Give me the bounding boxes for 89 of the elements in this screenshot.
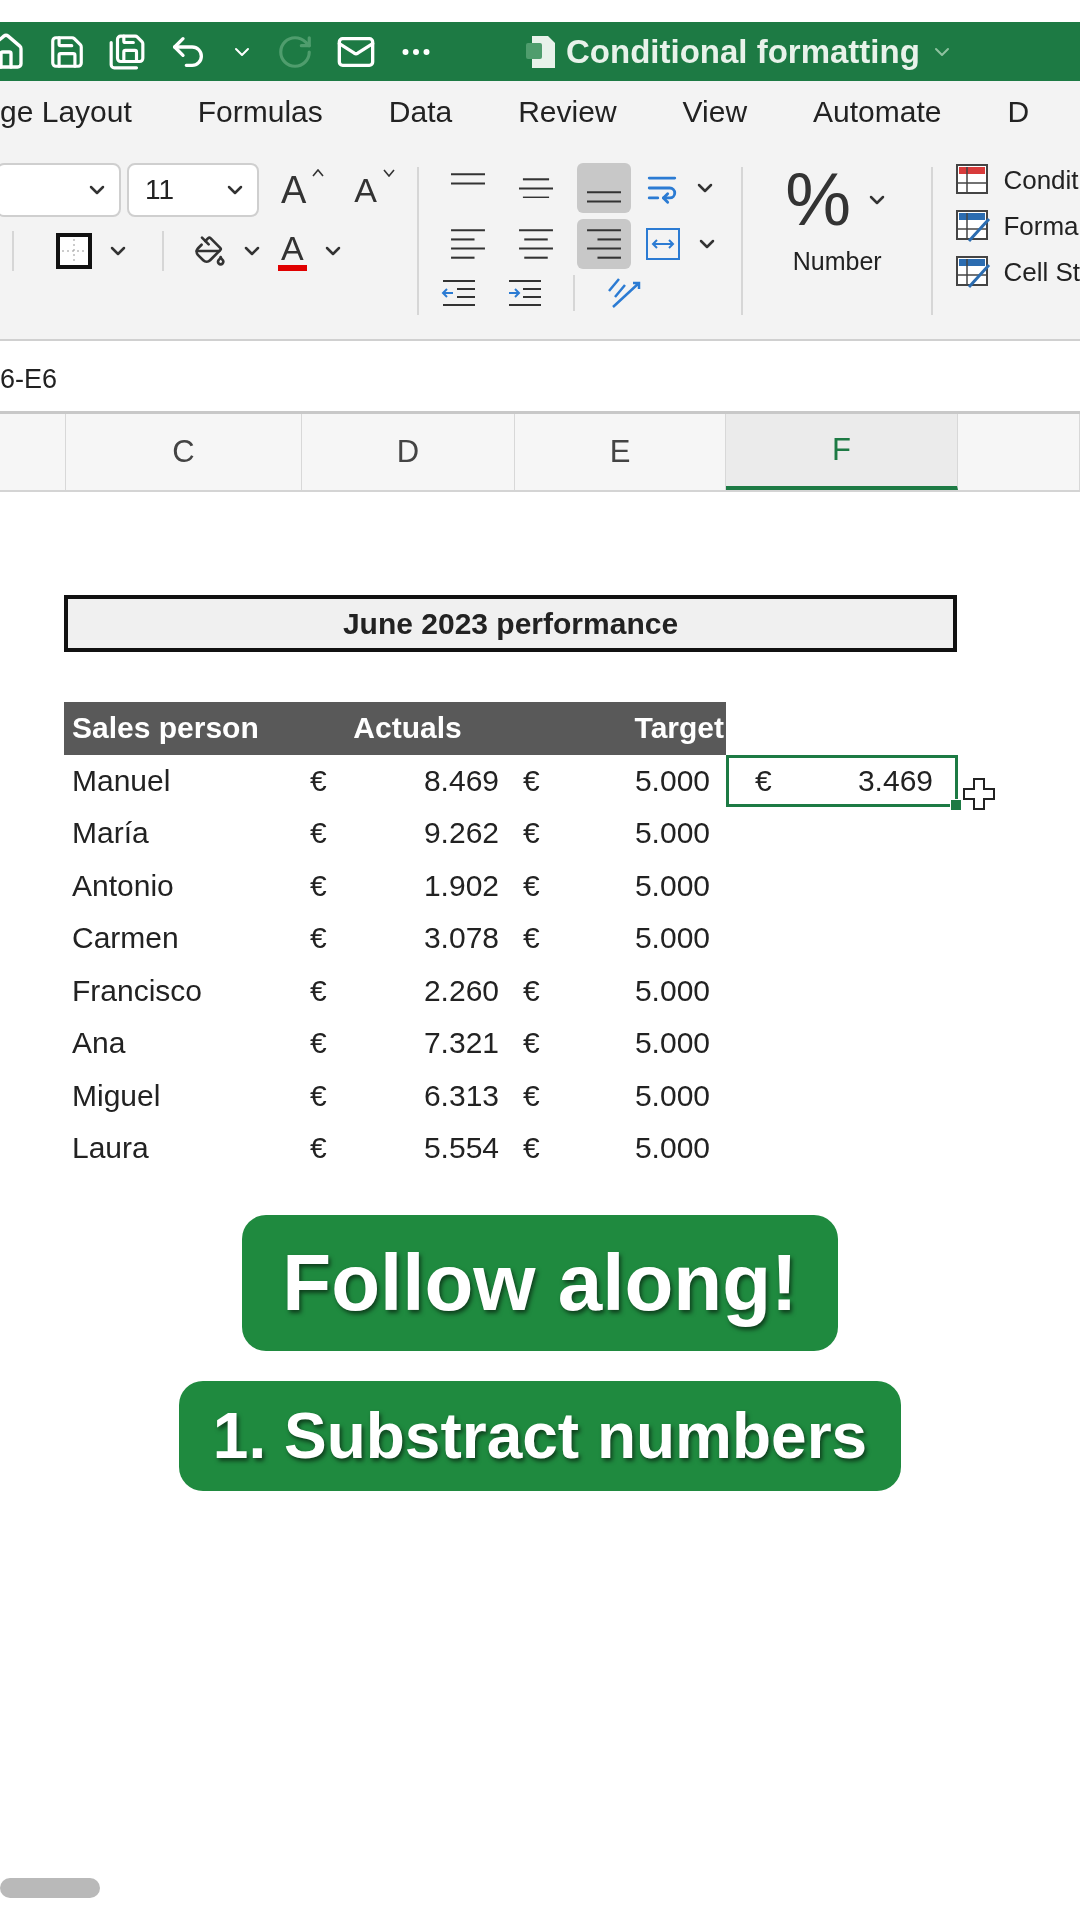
table-cell-text: € <box>309 867 328 904</box>
menu-tab[interactable]: Automate <box>813 95 942 137</box>
table-header-cell: Sales person <box>64 702 302 755</box>
align-button[interactable] <box>576 219 631 269</box>
caption-banner: 1. Substract numbers <box>178 1380 902 1491</box>
table-cell-text: € <box>522 1025 541 1062</box>
table-cell-text: 2.260 <box>422 972 500 1009</box>
align-button[interactable] <box>576 163 631 213</box>
table-cell-text: 5.000 <box>633 1130 711 1167</box>
menu-tab[interactable]: D <box>1007 95 1030 137</box>
percent-button[interactable]: % <box>785 163 852 237</box>
crosshair-cursor-icon <box>963 777 995 810</box>
table-cell-text: Manuel <box>71 762 172 799</box>
menu-tab[interactable]: Review <box>518 95 617 137</box>
document-title: Conditional formatting <box>566 32 920 71</box>
table-cell-text: 5.000 <box>633 867 711 904</box>
font-size-dropdown[interactable]: 11 <box>127 163 259 217</box>
font-color-button[interactable]: A <box>278 231 307 271</box>
menu-tab[interactable]: Data <box>388 95 453 137</box>
table-cell-text: € <box>522 1077 541 1114</box>
table-cell-text: € <box>522 867 541 904</box>
table-cell-text: € <box>522 762 541 799</box>
style-menu-item[interactable]: Condit <box>1003 164 1079 196</box>
table-cell-text: 8.469 <box>422 762 500 799</box>
table-cell-text: € <box>522 815 541 852</box>
table-cell-text: € <box>309 972 328 1009</box>
table-cell-text: Francisco <box>71 972 204 1009</box>
table-cell-text: 5.554 <box>422 1130 500 1167</box>
caption-banner: Follow along! <box>242 1214 838 1351</box>
table-cell-text: € <box>309 762 328 799</box>
menu-tab[interactable]: View <box>682 95 748 137</box>
table-cell-text: 9.262 <box>422 815 500 852</box>
align-lines-icon <box>586 229 621 259</box>
align-lines-icon <box>450 229 485 259</box>
table-cell-text: € <box>522 920 541 957</box>
caret-down-icon <box>383 169 396 177</box>
style-menu-item[interactable]: Forma <box>1003 210 1079 242</box>
indent-icon[interactable] <box>440 278 477 308</box>
table-cell-text: 1.902 <box>422 867 500 904</box>
table-header-cell: Target <box>515 702 726 755</box>
style-menu-item[interactable]: Cell St <box>1003 256 1080 288</box>
table-cell-text: 6.313 <box>422 1077 500 1114</box>
indent-icon[interactable] <box>506 278 543 308</box>
cell-currency: € <box>755 763 772 798</box>
table-cell-text: Ana <box>71 1025 127 1062</box>
table-header-cell: Actuals <box>302 702 515 755</box>
table-cell-text: 5.000 <box>633 1025 711 1062</box>
sheet-title: June 2023 performance <box>64 595 957 652</box>
table-cell-text: María <box>71 815 150 852</box>
table-cell-text: 7.321 <box>422 1025 500 1062</box>
table-cell-text: 5.000 <box>633 1077 711 1114</box>
table-cell-text: € <box>522 972 541 1009</box>
caret-up-icon <box>312 169 325 177</box>
table-cell-text: 5.000 <box>633 762 711 799</box>
table-cell-text: 5.000 <box>633 920 711 957</box>
menu-tab[interactable]: Formulas <box>197 95 323 137</box>
table-cell-text: 5.000 <box>633 815 711 852</box>
column-header[interactable]: F <box>726 414 958 490</box>
table-cell-text: € <box>309 920 328 957</box>
column-header[interactable]: C <box>66 414 302 490</box>
align-lines-icon <box>518 177 553 199</box>
shrink-font-button[interactable]: A <box>354 173 378 207</box>
table-cell-text: Miguel <box>71 1077 162 1114</box>
scrollbar-thumb[interactable] <box>0 1878 100 1898</box>
table-cell-text: Laura <box>71 1130 150 1167</box>
cell-value: 3.469 <box>857 763 933 798</box>
column-header[interactable]: D <box>302 414 515 490</box>
fill-handle[interactable] <box>950 799 962 811</box>
align-lines-icon <box>518 229 553 259</box>
align-lines-icon <box>586 191 621 203</box>
table-cell-text: 5.000 <box>633 972 711 1009</box>
table-cell-text: € <box>309 815 328 852</box>
table-cell-text: € <box>522 1130 541 1167</box>
borders-icon[interactable] <box>56 233 92 269</box>
table-cell-text: 3.078 <box>422 920 500 957</box>
table-cell-text: € <box>309 1130 328 1167</box>
merge-cells-icon[interactable] <box>644 227 681 261</box>
table-cell-text: € <box>309 1077 328 1114</box>
grow-font-button[interactable]: A <box>281 171 307 209</box>
number-format-label[interactable]: Number <box>792 247 882 276</box>
menu-tab[interactable]: ge Layout <box>0 95 132 137</box>
save-as-icon[interactable] <box>108 32 146 71</box>
table-cell-text: € <box>309 1025 328 1062</box>
align-lines-icon <box>450 173 485 185</box>
fill-color-icon[interactable] <box>194 235 226 267</box>
table-cell-text: Carmen <box>71 920 180 957</box>
formula-text[interactable]: 6-E6 <box>0 363 58 395</box>
table-cell-text: Antonio <box>71 867 175 904</box>
spreadsheet-file-icon <box>526 34 556 69</box>
